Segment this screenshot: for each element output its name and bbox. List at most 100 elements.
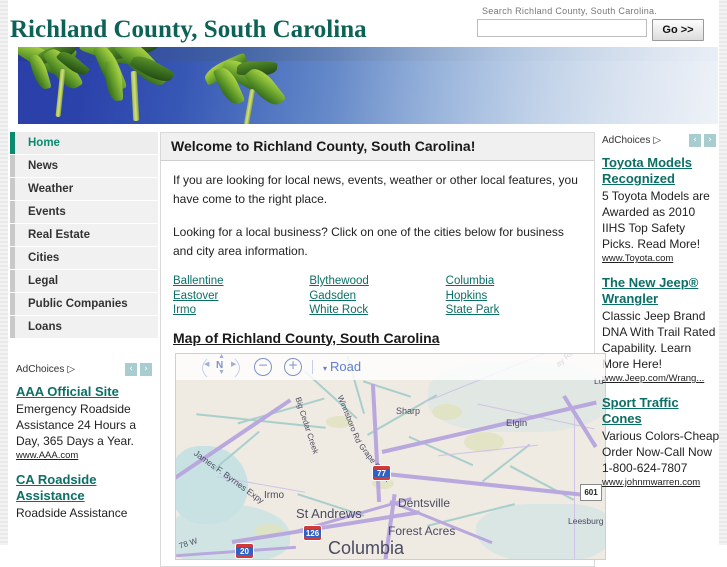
map-label-forest-acres: Forest Acres bbox=[388, 523, 456, 538]
map-label-dentsville: Dentsville bbox=[398, 495, 451, 510]
city-links-grid: Ballentine Blythewood Columbia Eastover … bbox=[173, 275, 582, 318]
intro-paragraph-1: If you are looking for local news, event… bbox=[173, 173, 578, 206]
intro-paragraph-2: Looking for a local business? Click on o… bbox=[173, 225, 564, 258]
banner-sky bbox=[18, 47, 718, 124]
left-ad-prev-icon[interactable]: ‹ bbox=[125, 362, 137, 376]
map-type-selector[interactable]: ▾ Road bbox=[323, 359, 361, 374]
map-label-elgin: Elgin bbox=[506, 417, 528, 429]
map-heading: Map of Richland County, South Carolina bbox=[173, 329, 440, 346]
city-link-irmo[interactable]: Irmo bbox=[173, 304, 196, 318]
banner-image bbox=[18, 47, 718, 124]
map-label-st-andrews: St Andrews bbox=[296, 505, 362, 521]
main-body: If you are looking for local news, event… bbox=[161, 161, 606, 566]
map-shield-cap-i20 bbox=[236, 543, 253, 547]
right-ad-prev-icon[interactable]: ‹ bbox=[689, 133, 701, 147]
zoom-out-icon[interactable]: − bbox=[254, 357, 272, 376]
left-ad-item-2: CA Roadside Assistance Roadside Assistan… bbox=[16, 472, 156, 521]
left-ad-arrows: ‹ › bbox=[125, 362, 156, 376]
map-control-divider bbox=[312, 359, 313, 374]
map-label-irmo: Irmo bbox=[264, 489, 284, 501]
city-link-white-rock[interactable]: White Rock bbox=[309, 304, 368, 318]
adchoices-triangle-icon: ▷ bbox=[67, 363, 76, 375]
map-label-leesburg: Leesburg bbox=[568, 515, 604, 526]
city-link-hopkins[interactable]: Hopkins bbox=[446, 290, 488, 304]
map-shield-i77: 77 bbox=[373, 465, 390, 480]
right-ad-item-3: Sport Traffic Cones Various Colors-Cheap… bbox=[602, 395, 720, 488]
main-content-box: If you are looking for local news, event… bbox=[160, 161, 606, 567]
city-link-gadsden[interactable]: Gadsden bbox=[309, 290, 356, 304]
left-adchoices-row: AdChoices ▷ ‹ › bbox=[16, 361, 156, 377]
search-input[interactable] bbox=[477, 19, 647, 37]
sidebar-item-events[interactable]: Events bbox=[10, 201, 158, 224]
right-ad-block: AdChoices ▷ ‹ › Toyota Models Recognized… bbox=[600, 132, 720, 488]
right-ad-url-3[interactable]: www.johnmwarren.com bbox=[602, 477, 720, 488]
map-shield-label-i20: 20 bbox=[240, 546, 249, 556]
right-ad-item-1: Toyota Models Recognized 5 Toyota Models… bbox=[602, 155, 720, 264]
left-ad-title-1[interactable]: AAA Official Site bbox=[16, 384, 156, 400]
left-ad-body-1: Emergency Roadside Assistance 24 Hours a… bbox=[16, 402, 137, 448]
right-ad-item-2: The New Jeep® Wrangler Classic Jeep Bran… bbox=[602, 275, 720, 384]
right-ad-arrows: ‹ › bbox=[689, 133, 720, 147]
right-adchoices-row: AdChoices ▷ ‹ › bbox=[602, 132, 720, 148]
right-ad-body-2: Classic Jeep Brand DNA With Trail Rated … bbox=[602, 309, 716, 371]
left-ad-block: AdChoices ▷ ‹ › AAA Official Site Emerge… bbox=[10, 361, 158, 521]
sidebar-item-legal[interactable]: Legal bbox=[10, 270, 158, 293]
sidebar-item-cities[interactable]: Cities bbox=[10, 247, 158, 270]
map-shield-cap-i126 bbox=[304, 525, 321, 529]
main-content: Welcome to Richland County, South Caroli… bbox=[160, 132, 606, 567]
left-ad-body-2: Roadside Assistance bbox=[16, 506, 128, 520]
right-ad-body-1: 5 Toyota Models are Awarded as 2010 IIHS… bbox=[602, 189, 710, 251]
left-ad-next-icon[interactable]: › bbox=[140, 362, 152, 376]
search-go-button[interactable]: Go >> bbox=[652, 19, 704, 41]
map-label-columbia: Columbia bbox=[328, 537, 405, 558]
search-label: Search Richland County, South Carolina. bbox=[482, 6, 658, 16]
left-ad-title-2[interactable]: CA Roadside Assistance bbox=[16, 472, 156, 504]
primary-nav: Home News Weather Events Real Estate Cit… bbox=[10, 132, 158, 339]
compass-icon[interactable]: N ▲ ▼ ◀ ▶ bbox=[198, 353, 244, 382]
city-link-columbia[interactable]: Columbia bbox=[446, 275, 495, 289]
sidebar-item-public-companies[interactable]: Public Companies bbox=[10, 293, 158, 316]
city-link-state-park[interactable]: State Park bbox=[446, 304, 500, 318]
compass-right-icon[interactable]: ▶ bbox=[231, 360, 236, 368]
compass-left-icon[interactable]: ◀ bbox=[204, 360, 209, 368]
right-ad-title-2[interactable]: The New Jeep® Wrangler bbox=[602, 275, 720, 307]
map-water-east bbox=[476, 503, 605, 559]
page-root: Richland County, South Carolina Search R… bbox=[0, 0, 727, 567]
sidebar-item-news[interactable]: News bbox=[10, 155, 158, 178]
map-controls: N ▲ ▼ ◀ ▶ − + ▾ Road bbox=[176, 353, 605, 382]
city-link-ballentine[interactable]: Ballentine bbox=[173, 275, 224, 289]
welcome-heading: Welcome to Richland County, South Caroli… bbox=[160, 132, 595, 161]
sidebar-item-real-estate[interactable]: Real Estate bbox=[10, 224, 158, 247]
left-adchoices-label[interactable]: AdChoices bbox=[16, 364, 64, 375]
left-sidebar: Home News Weather Events Real Estate Cit… bbox=[10, 132, 158, 532]
compass-down-icon[interactable]: ▼ bbox=[218, 369, 225, 376]
map-shield-label-i126: 126 bbox=[305, 528, 320, 538]
right-adchoices-triangle-icon: ▷ bbox=[653, 134, 662, 146]
right-ad-url-1[interactable]: www.Toyota.com bbox=[602, 253, 720, 264]
sidebar-item-home[interactable]: Home bbox=[10, 132, 158, 155]
sidebar-item-weather[interactable]: Weather bbox=[10, 178, 158, 201]
right-adchoices-label[interactable]: AdChoices bbox=[602, 135, 650, 146]
search-row: Go >> bbox=[477, 19, 719, 41]
city-link-eastover[interactable]: Eastover bbox=[173, 290, 218, 304]
banner-haze bbox=[333, 47, 718, 124]
city-link-blythewood[interactable]: Blythewood bbox=[309, 275, 368, 289]
map-shield-label-i77: 77 bbox=[377, 468, 386, 478]
right-ad-title-3[interactable]: Sport Traffic Cones bbox=[602, 395, 720, 427]
sidebar-item-loans[interactable]: Loans bbox=[10, 316, 158, 339]
right-ad-next-icon[interactable]: › bbox=[704, 133, 716, 147]
county-map[interactable]: 77 126 20 601 Sharp Elgin Irmo Dentsvill… bbox=[175, 352, 606, 560]
zoom-in-icon[interactable]: + bbox=[284, 357, 302, 376]
right-ad-url-2[interactable]: www.Jeep.com/Wrang... bbox=[602, 373, 720, 384]
chevron-down-icon: ▾ bbox=[323, 364, 328, 373]
site-title: Richland County, South Carolina bbox=[10, 16, 367, 43]
map-type-label: Road bbox=[330, 359, 362, 374]
map-greenspace-1 bbox=[432, 403, 462, 420]
compass-up-icon[interactable]: ▲ bbox=[218, 354, 225, 360]
map-local-road-4 bbox=[574, 413, 575, 559]
right-ad-title-1[interactable]: Toyota Models Recognized bbox=[602, 155, 720, 187]
site-header: Richland County, South Carolina Search R… bbox=[0, 0, 727, 48]
map-label-sharp: Sharp bbox=[396, 405, 421, 416]
map-shield-i20: 20 bbox=[236, 543, 253, 558]
left-ad-url-1[interactable]: www.AAA.com bbox=[16, 450, 156, 461]
